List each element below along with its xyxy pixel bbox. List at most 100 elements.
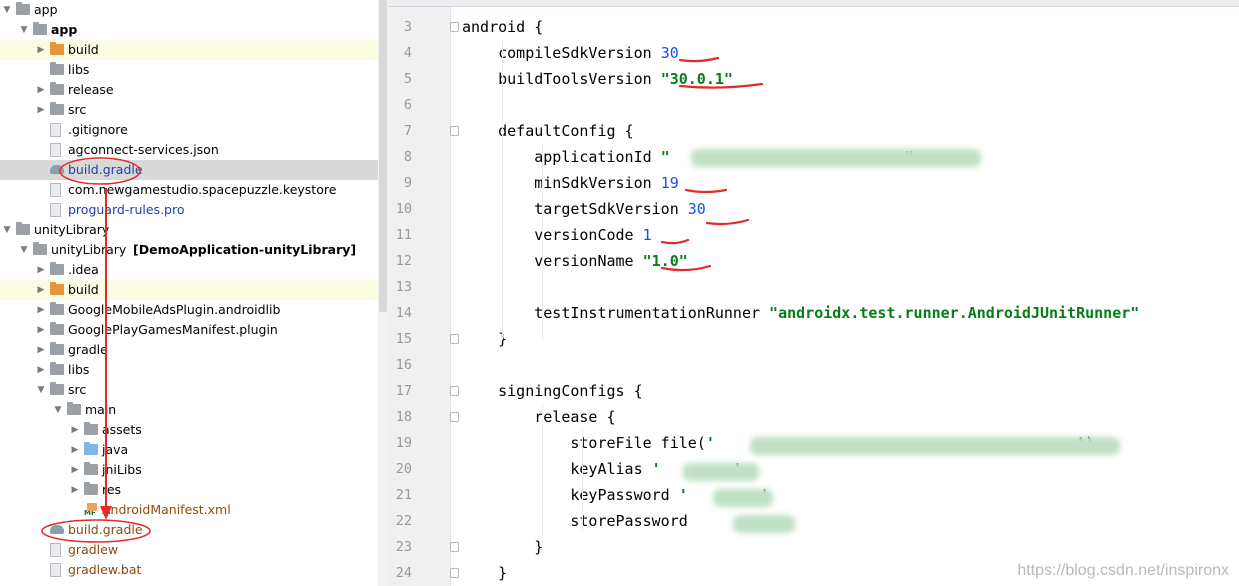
tree-row-main[interactable]: ▼ main xyxy=(0,400,378,420)
tree-row-idea[interactable]: ▶ .idea xyxy=(0,260,378,280)
expand-arrow-down-icon[interactable]: ▼ xyxy=(19,20,29,40)
folder-orange-icon xyxy=(50,282,64,295)
code-line[interactable]: } xyxy=(462,534,543,560)
code-line[interactable]: } xyxy=(462,560,507,586)
line-number: 14 xyxy=(395,305,412,321)
tree-item-label: libs xyxy=(68,362,90,377)
tree-row-build[interactable]: ▶ build xyxy=(0,280,378,300)
tree-row-gradlew-bat[interactable]: gradlew.bat xyxy=(0,560,378,580)
tree-item-label: build xyxy=(68,42,99,57)
expand-arrow-right-icon[interactable]: ▶ xyxy=(36,320,46,340)
code-editor[interactable]: 3 4 5 6 7 8 9 10 11 12 13 14 15 16 17 18 19 20 21 22 23 24 ht… xyxy=(388,0,1239,586)
file-icon xyxy=(50,203,61,217)
fold-marker-icon[interactable] xyxy=(450,542,459,552)
file-icon xyxy=(50,563,61,577)
fold-marker-icon[interactable] xyxy=(450,568,459,578)
tree-row-unitylibrary[interactable]: ▼ unityLibrary xyxy=(0,220,378,240)
tree-row-build[interactable]: ▶ build xyxy=(0,40,378,60)
string-literal: "30.0.1" xyxy=(660,70,733,88)
expand-arrow-right-icon[interactable]: ▶ xyxy=(36,360,46,380)
code-text: storePassword xyxy=(462,512,697,530)
code-text: release { xyxy=(462,408,616,426)
expand-arrow-right-icon[interactable]: ▶ xyxy=(70,460,80,480)
tree-scrollbar-thumb[interactable] xyxy=(379,0,387,312)
tree-row-gitignore[interactable]: .gitignore xyxy=(0,120,378,140)
code-line[interactable]: versionName "1.0" xyxy=(462,248,688,274)
tree-row-release[interactable]: ▶ release xyxy=(0,80,378,100)
redacted-value xyxy=(713,489,773,507)
tree-row-gradlew[interactable]: gradlew xyxy=(0,540,378,560)
assets-folder-icon xyxy=(84,422,98,435)
code-line[interactable]: compileSdkVersion 30 xyxy=(462,40,679,66)
expand-arrow-right-icon[interactable]: ▶ xyxy=(36,260,46,280)
fold-marker-icon[interactable] xyxy=(450,334,459,344)
tree-row-com-newgamestudio-spacepuzzle-keystore[interactable]: com.newgamestudio.spacepuzzle.keystore xyxy=(0,180,378,200)
expand-arrow-right-icon[interactable]: ▶ xyxy=(70,440,80,460)
tree-row-java[interactable]: ▶ java xyxy=(0,440,378,460)
tree-row-libs[interactable]: ▶ libs xyxy=(0,360,378,380)
expand-arrow-right-icon[interactable]: ▶ xyxy=(70,420,80,440)
tree-row-src[interactable]: ▼ src xyxy=(0,380,378,400)
tree-row-proguard-rules-pro[interactable]: proguard-rules.pro xyxy=(0,200,378,220)
code-line[interactable]: storePassword xyxy=(462,508,697,534)
code-line[interactable]: android { xyxy=(462,14,543,40)
code-line[interactable]: release { xyxy=(462,404,616,430)
fold-marker-icon[interactable] xyxy=(450,386,459,396)
expand-arrow-right-icon[interactable]: ▶ xyxy=(36,300,46,320)
expand-arrow-right-icon[interactable]: ▶ xyxy=(36,340,46,360)
tree-row-googlemobileadsplugin-androidlib[interactable]: ▶ GoogleMobileAdsPlugin.androidlib xyxy=(0,300,378,320)
expand-arrow-right-icon[interactable]: ▶ xyxy=(70,480,80,500)
tree-row-androidmanifest-xml[interactable]: MF AndroidManifest.xml xyxy=(0,500,378,520)
folder-icon xyxy=(84,462,98,475)
redacted-value xyxy=(733,515,795,533)
fold-marker-icon[interactable] xyxy=(450,22,459,32)
module-folder-icon xyxy=(33,22,47,35)
code-line[interactable]: } xyxy=(462,326,507,352)
tree-row-app[interactable]: ▼ app xyxy=(0,0,378,20)
expand-arrow-right-icon[interactable]: ▶ xyxy=(36,80,46,100)
tree-row-build-gradle[interactable]: build.gradle xyxy=(0,160,378,180)
line-number: 23 xyxy=(395,539,412,555)
code-line[interactable]: defaultConfig { xyxy=(462,118,633,144)
expand-arrow-down-icon[interactable]: ▼ xyxy=(53,400,63,420)
project-tree-panel: ▼ app ▼ app ▶ build libs ▶ release ▶ src .gitignore… xyxy=(0,0,378,586)
expand-arrow-down-icon[interactable]: ▼ xyxy=(19,240,29,260)
line-number: 22 xyxy=(395,513,412,529)
folder-blue-icon xyxy=(84,442,98,455)
code-line[interactable]: minSdkVersion 19 xyxy=(462,170,679,196)
tree-row-libs[interactable]: libs xyxy=(0,60,378,80)
line-number: 13 xyxy=(395,279,412,295)
code-line[interactable]: targetSdkVersion 30 xyxy=(462,196,706,222)
fold-marker-icon[interactable] xyxy=(450,126,459,136)
tree-item-label: .gitignore xyxy=(68,122,128,137)
expand-arrow-right-icon[interactable]: ▶ xyxy=(36,100,46,120)
code-text: signingConfigs { xyxy=(462,382,643,400)
expand-arrow-down-icon[interactable]: ▼ xyxy=(2,220,12,240)
code-text: } xyxy=(462,564,508,582)
tree-row-jnilibs[interactable]: ▶ jniLibs xyxy=(0,460,378,480)
expand-arrow-right-icon[interactable]: ▶ xyxy=(36,280,46,300)
code-text: versionName xyxy=(462,252,643,270)
tree-row-googleplaygamesmanifest-plugin[interactable]: ▶ GooglePlayGamesManifest.plugin xyxy=(0,320,378,340)
expand-arrow-down-icon[interactable]: ▼ xyxy=(36,380,46,400)
module-icon xyxy=(16,2,30,15)
fold-marker-icon[interactable] xyxy=(450,412,459,422)
tree-row-res[interactable]: ▶ res xyxy=(0,480,378,500)
code-line[interactable]: testInstrumentationRunner "androidx.test… xyxy=(462,300,1139,326)
tree-row-gradle[interactable]: ▶ gradle xyxy=(0,340,378,360)
tree-row-app[interactable]: ▼ app xyxy=(0,20,378,40)
line-number: 17 xyxy=(395,383,412,399)
tree-row-build-gradle[interactable]: build.gradle xyxy=(0,520,378,540)
tree-row-assets[interactable]: ▶ assets xyxy=(0,420,378,440)
folder-icon xyxy=(67,402,81,415)
tree-scrollbar[interactable] xyxy=(378,0,388,586)
code-line[interactable]: versionCode 1 xyxy=(462,222,651,248)
tree-row-src[interactable]: ▶ src xyxy=(0,100,378,120)
line-number: 3 xyxy=(403,19,412,35)
expand-arrow-down-icon[interactable]: ▼ xyxy=(2,0,12,20)
code-text: } xyxy=(462,330,508,348)
tree-row-unitylibrary[interactable]: ▼ unityLibrary [DemoApplication-unityLibra… xyxy=(0,240,378,260)
tree-row-agconnect-services-json[interactable]: agconnect-services.json xyxy=(0,140,378,160)
expand-arrow-right-icon[interactable]: ▶ xyxy=(36,40,46,60)
code-line[interactable]: signingConfigs { xyxy=(462,378,643,404)
